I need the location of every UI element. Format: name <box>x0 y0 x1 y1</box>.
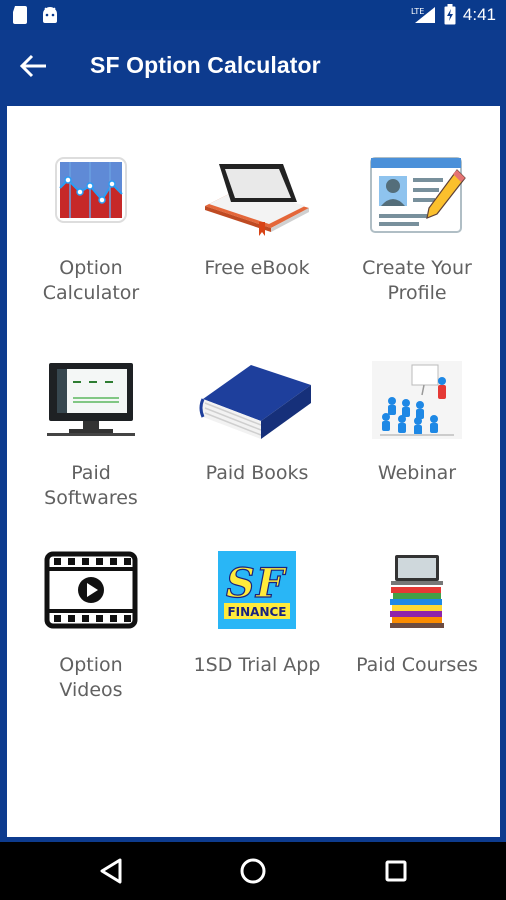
status-right-icons: LTE 4:41 <box>411 4 496 25</box>
tile-free-ebook[interactable]: Free eBook <box>177 156 337 316</box>
back-triangle-icon[interactable] <box>96 856 128 886</box>
svg-text:F: F <box>255 560 287 607</box>
svg-text:FINANCE: FINANCE <box>227 605 286 619</box>
tile-label: Free eBook <box>204 257 310 279</box>
tile-label: Webinar <box>377 462 457 484</box>
home-circle-icon[interactable] <box>237 856 269 886</box>
app-bar: SF Option Calculator <box>0 30 506 102</box>
tile-option-calculator[interactable]: Option Calculator <box>11 156 171 316</box>
tile-paid-softwares[interactable]: Paid Softwares <box>11 361 171 521</box>
tile-label: Create Your Profile <box>362 257 472 304</box>
tile-webinar[interactable]: Webinar <box>337 361 497 521</box>
sd-card-icon <box>13 6 27 24</box>
tile-label: Paid Softwares <box>44 462 138 509</box>
status-time: 4:41 <box>462 4 496 24</box>
content-frame: Option Calculator Free eBook Create Your… <box>0 102 506 842</box>
monitor-software-icon <box>47 363 135 436</box>
laptop-books-icon <box>390 555 444 628</box>
android-icon <box>43 7 57 23</box>
battery-icon <box>444 4 456 25</box>
tile-label: Paid Books <box>205 462 309 484</box>
tile-label: 1SD Trial App <box>193 654 321 676</box>
tile-label: Paid Courses <box>356 654 478 676</box>
sf-finance-logo-icon: S F FINANCE <box>218 551 296 629</box>
webinar-presentation-icon <box>372 361 462 439</box>
recents-square-icon[interactable] <box>380 856 412 886</box>
tile-paid-courses[interactable]: Paid Courses <box>337 551 497 711</box>
option-calculator-icon <box>55 157 127 223</box>
tile-paid-books[interactable]: Paid Books <box>177 361 337 521</box>
tile-1sd-trial-app[interactable]: S F FINANCE 1SD Trial App <box>177 551 337 711</box>
tile-label: Option Videos <box>59 654 123 701</box>
menu-grid: Option Calculator Free eBook Create Your… <box>7 106 500 837</box>
film-play-icon <box>44 551 138 629</box>
tile-label: Option Calculator <box>42 257 140 304</box>
system-nav-bar <box>0 842 506 900</box>
lte-signal-icon: LTE <box>411 6 435 23</box>
arrow-left-icon[interactable] <box>18 52 50 80</box>
ebook-reader-icon <box>205 164 309 236</box>
svg-text:LTE: LTE <box>411 7 424 16</box>
blue-book-icon <box>199 365 311 439</box>
profile-form-icon <box>370 157 466 233</box>
status-bar: LTE 4:41 <box>0 0 506 30</box>
tile-option-videos[interactable]: Option Videos <box>11 551 171 711</box>
status-left-icons <box>12 5 60 25</box>
page-title: SF Option Calculator <box>90 52 321 78</box>
svg-text:S: S <box>226 560 255 607</box>
tile-create-profile[interactable]: Create Your Profile <box>337 156 497 316</box>
